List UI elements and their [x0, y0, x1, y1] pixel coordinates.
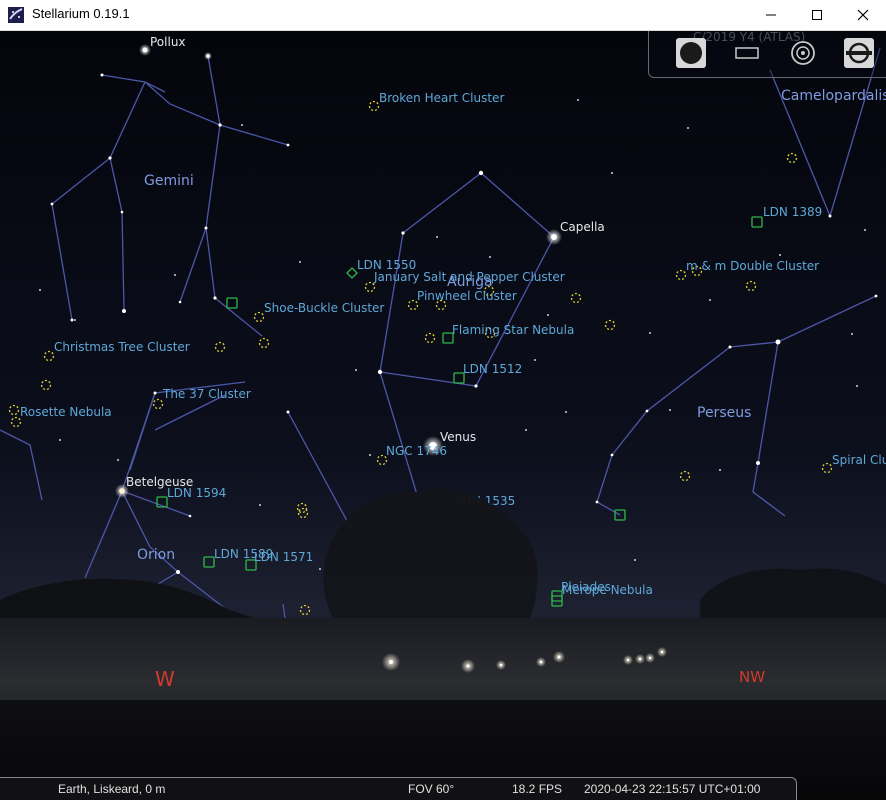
label-ldn1389: LDN 1389 [763, 205, 822, 219]
target-icon [791, 41, 815, 65]
tools-button[interactable] [843, 37, 875, 69]
label-the37: The 37 Cluster [162, 387, 251, 401]
label-ngc1746: NGC 1746 [386, 444, 447, 458]
sky-view[interactable]: Pollux Capella Betelgeuse Venus Gemini A… [0, 31, 886, 800]
label-flaming-star: Flaming Star Nebula [452, 323, 574, 337]
label-january-salt: January Salt and Pepper Cluster [373, 270, 565, 284]
display-icon [735, 47, 759, 59]
label-pinwheel: Pinwheel Cluster [417, 289, 517, 303]
stellarium-window: Stellarium 0.19.1 Pollux Capella Betelge… [0, 0, 886, 800]
label-broken-heart: Broken Heart Cluster [379, 91, 504, 105]
datetime-readout[interactable]: 2020-04-23 22:15:57 UTC+01:00 [584, 782, 760, 796]
display-toggle-button[interactable] [731, 37, 763, 69]
status-bar: Earth, Liskeard, 0 m FOV 60° 18.2 FPS 20… [0, 777, 797, 800]
label-shoe-buckle: Shoe-Buckle Cluster [264, 301, 384, 315]
label-rosette: Rosette Nebula [20, 405, 112, 419]
label-christmas-tree: Christmas Tree Cluster [54, 340, 190, 354]
stellarium-app-icon [8, 7, 24, 23]
cardinal-west: W [155, 667, 175, 691]
label-camelopardalis: Camelopardalis [781, 88, 886, 104]
planet-icon [676, 38, 706, 68]
minimize-icon [766, 14, 776, 16]
label-orion: Orion [137, 547, 175, 563]
tools-icon [844, 38, 874, 68]
minimize-button[interactable] [748, 0, 794, 30]
label-mm-double: m & m Double Cluster [686, 259, 819, 273]
close-icon [857, 9, 869, 21]
title-bar[interactable]: Stellarium 0.19.1 [0, 0, 886, 31]
label-ldn1512: LDN 1512 [463, 362, 522, 376]
location-readout[interactable]: Earth, Liskeard, 0 m [58, 782, 165, 796]
target-toggle-button[interactable] [787, 37, 819, 69]
maximize-icon [812, 10, 822, 20]
label-ldn1594: LDN 1594 [167, 486, 226, 500]
window-title: Stellarium 0.19.1 [32, 6, 130, 21]
label-gemini: Gemini [144, 173, 194, 189]
quick-toolbar [648, 31, 886, 78]
label-capella: Capella [560, 220, 605, 234]
cardinal-northwest: NW [739, 668, 765, 686]
close-button[interactable] [840, 0, 886, 30]
maximize-button[interactable] [794, 0, 840, 30]
fov-readout: FOV 60° [408, 782, 455, 796]
label-pollux: Pollux [150, 35, 186, 49]
label-spiral: Spiral Cluster [832, 453, 886, 467]
fps-readout: 18.2 FPS [512, 782, 563, 796]
label-perseus: Perseus [697, 405, 751, 421]
label-merope: Merope Nebula [562, 583, 653, 597]
label-ldn1571: LDN 1571 [254, 550, 313, 564]
planet-toggle-button[interactable] [675, 37, 707, 69]
label-venus: Venus [440, 430, 476, 444]
